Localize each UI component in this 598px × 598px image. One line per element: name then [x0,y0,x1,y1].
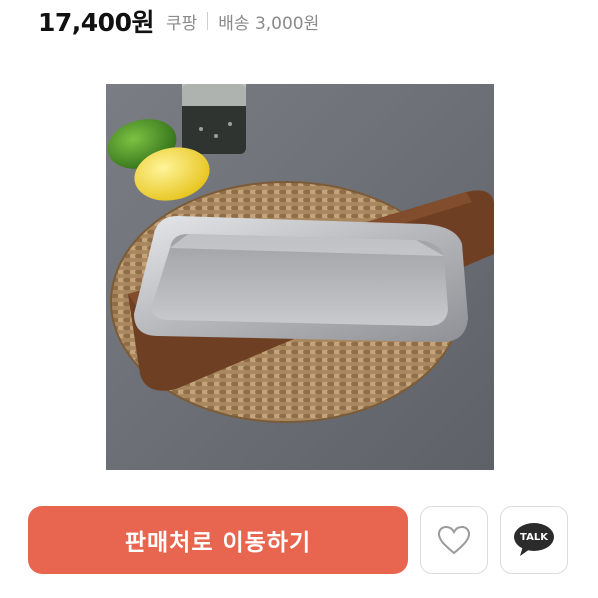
divider [207,12,209,30]
seller-name: 쿠팡 [165,13,198,34]
product-photo [106,84,494,470]
product-price: 17,400원 [38,8,154,37]
go-to-seller-button[interactable]: 판매처로 이동하기 [28,506,408,574]
talk-bubble-icon: TALK [513,522,555,558]
price-row: 17,400원 쿠팡 배송 3,000원 [38,4,319,38]
kakao-talk-button[interactable]: TALK [500,506,568,574]
heart-icon [437,525,471,555]
like-button[interactable] [420,506,488,574]
shipping-fee: 배송 3,000원 [218,13,320,34]
talk-label: TALK [520,532,548,543]
product-image[interactable] [106,84,494,470]
